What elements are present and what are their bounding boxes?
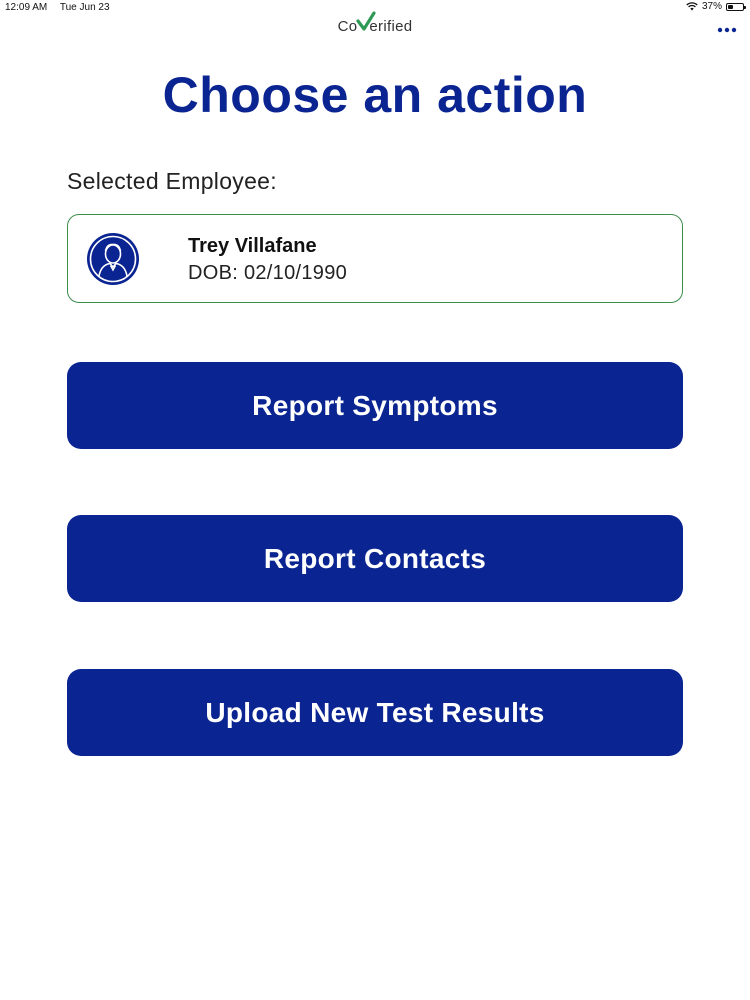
more-options-button[interactable] bbox=[716, 22, 738, 38]
battery-icon bbox=[726, 2, 746, 11]
more-dots-icon bbox=[717, 27, 737, 33]
status-time: 12:09 AM bbox=[5, 2, 48, 13]
report-symptoms-button[interactable]: Report Symptoms bbox=[67, 362, 683, 449]
upload-test-results-button[interactable]: Upload New Test Results bbox=[67, 669, 683, 756]
selected-employee-label: Selected Employee: bbox=[67, 168, 277, 194]
checkmark-v-icon bbox=[356, 11, 377, 32]
wifi-icon bbox=[686, 2, 698, 11]
person-avatar-icon bbox=[87, 233, 139, 285]
employee-name: Trey Villafane bbox=[188, 235, 317, 257]
employee-card[interactable]: Trey Villafane DOB: 02/10/1990 bbox=[67, 214, 683, 303]
battery-level bbox=[728, 4, 733, 9]
report-contacts-button[interactable]: Report Contacts bbox=[67, 515, 683, 602]
status-date: Tue Jun 23 bbox=[59, 2, 110, 13]
employee-dob: DOB: 02/10/1990 bbox=[188, 262, 348, 284]
status-left: 12:09 AM Tue Jun 23 bbox=[5, 2, 120, 13]
app-logo: Co erified bbox=[0, 11, 750, 35]
battery-percent: 37% bbox=[701, 1, 722, 12]
page-title: Choose an action bbox=[162, 67, 588, 123]
status-right: 37% bbox=[686, 1, 746, 12]
